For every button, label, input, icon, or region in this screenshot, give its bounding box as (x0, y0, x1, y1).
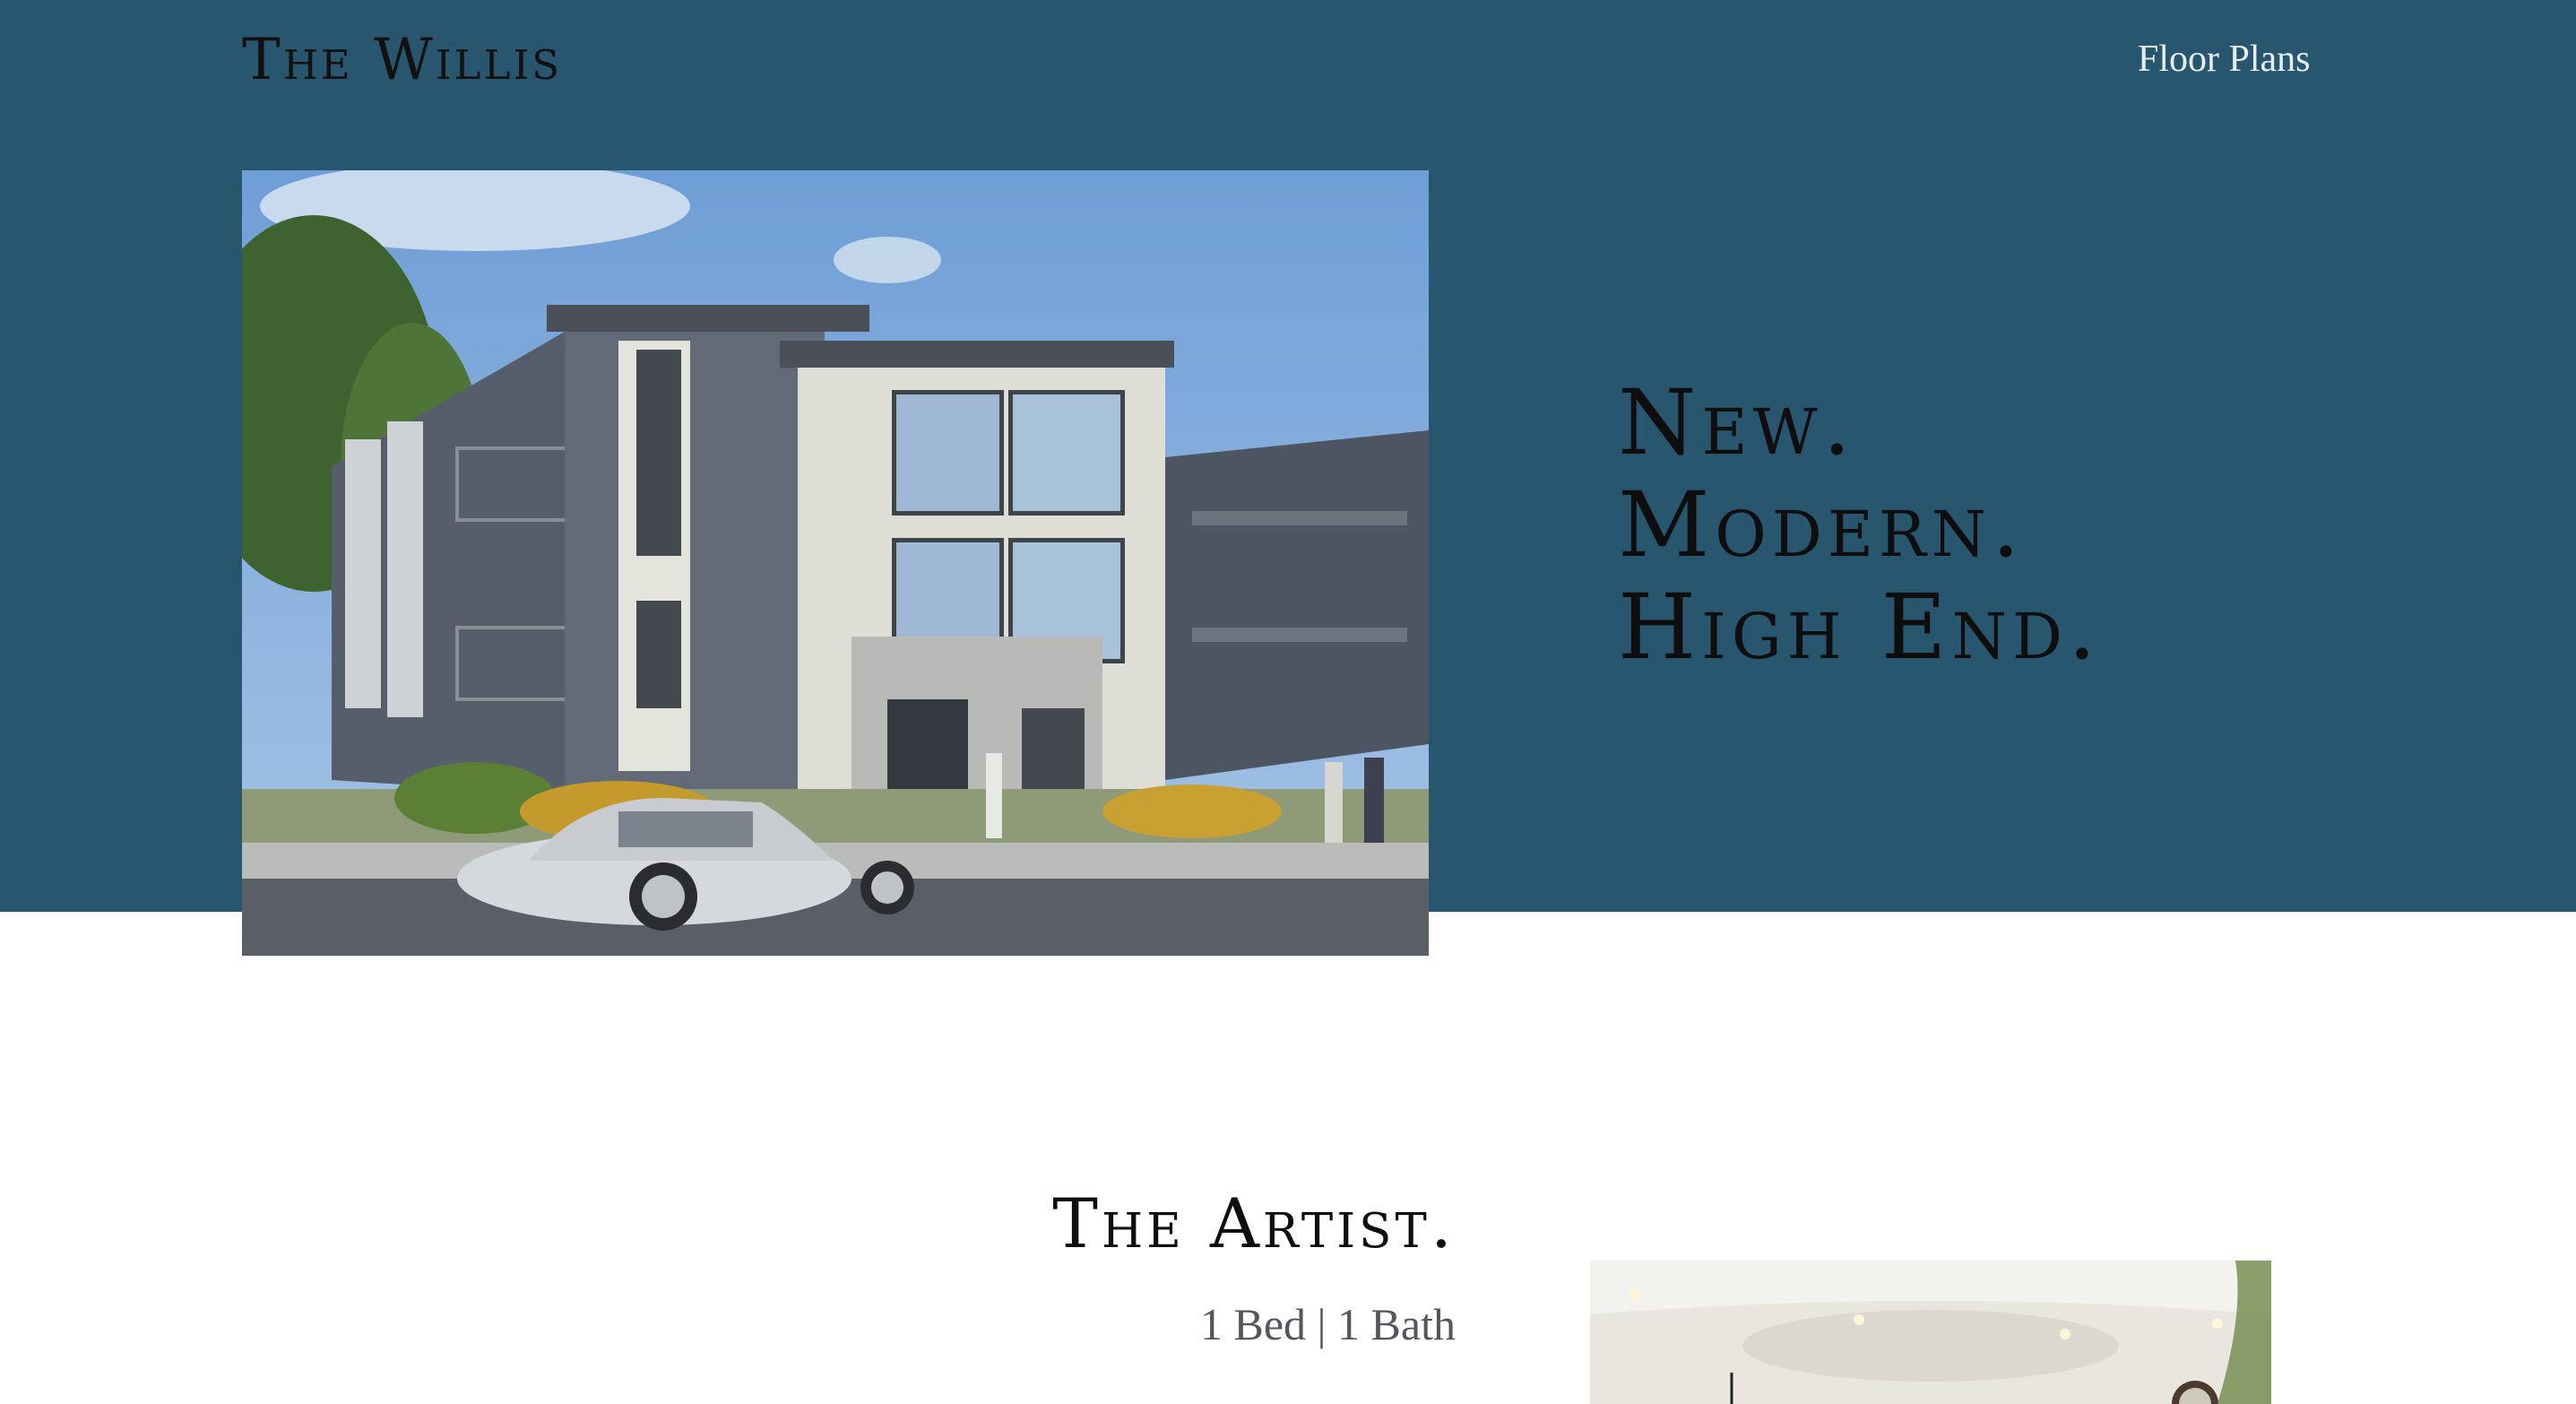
artist-plan-specs: 1 Bed | 1 Bath (1200, 1299, 1456, 1349)
tagline-line-modern: Modern. (1618, 472, 2026, 577)
hero-tagline: New. Modern. High End. (1618, 372, 2102, 679)
tagline-line-high-end: High End. (1618, 575, 2102, 680)
artist-plan-title: The Artist. (1052, 1183, 1456, 1263)
artist-interior-image (1590, 1261, 2271, 1404)
hero-building-image (242, 170, 1429, 956)
site-brand[interactable]: The Willis (242, 27, 562, 93)
tagline-line-new: New. (1618, 370, 1857, 475)
nav-floor-plans-link[interactable]: Floor Plans (2138, 38, 2311, 81)
